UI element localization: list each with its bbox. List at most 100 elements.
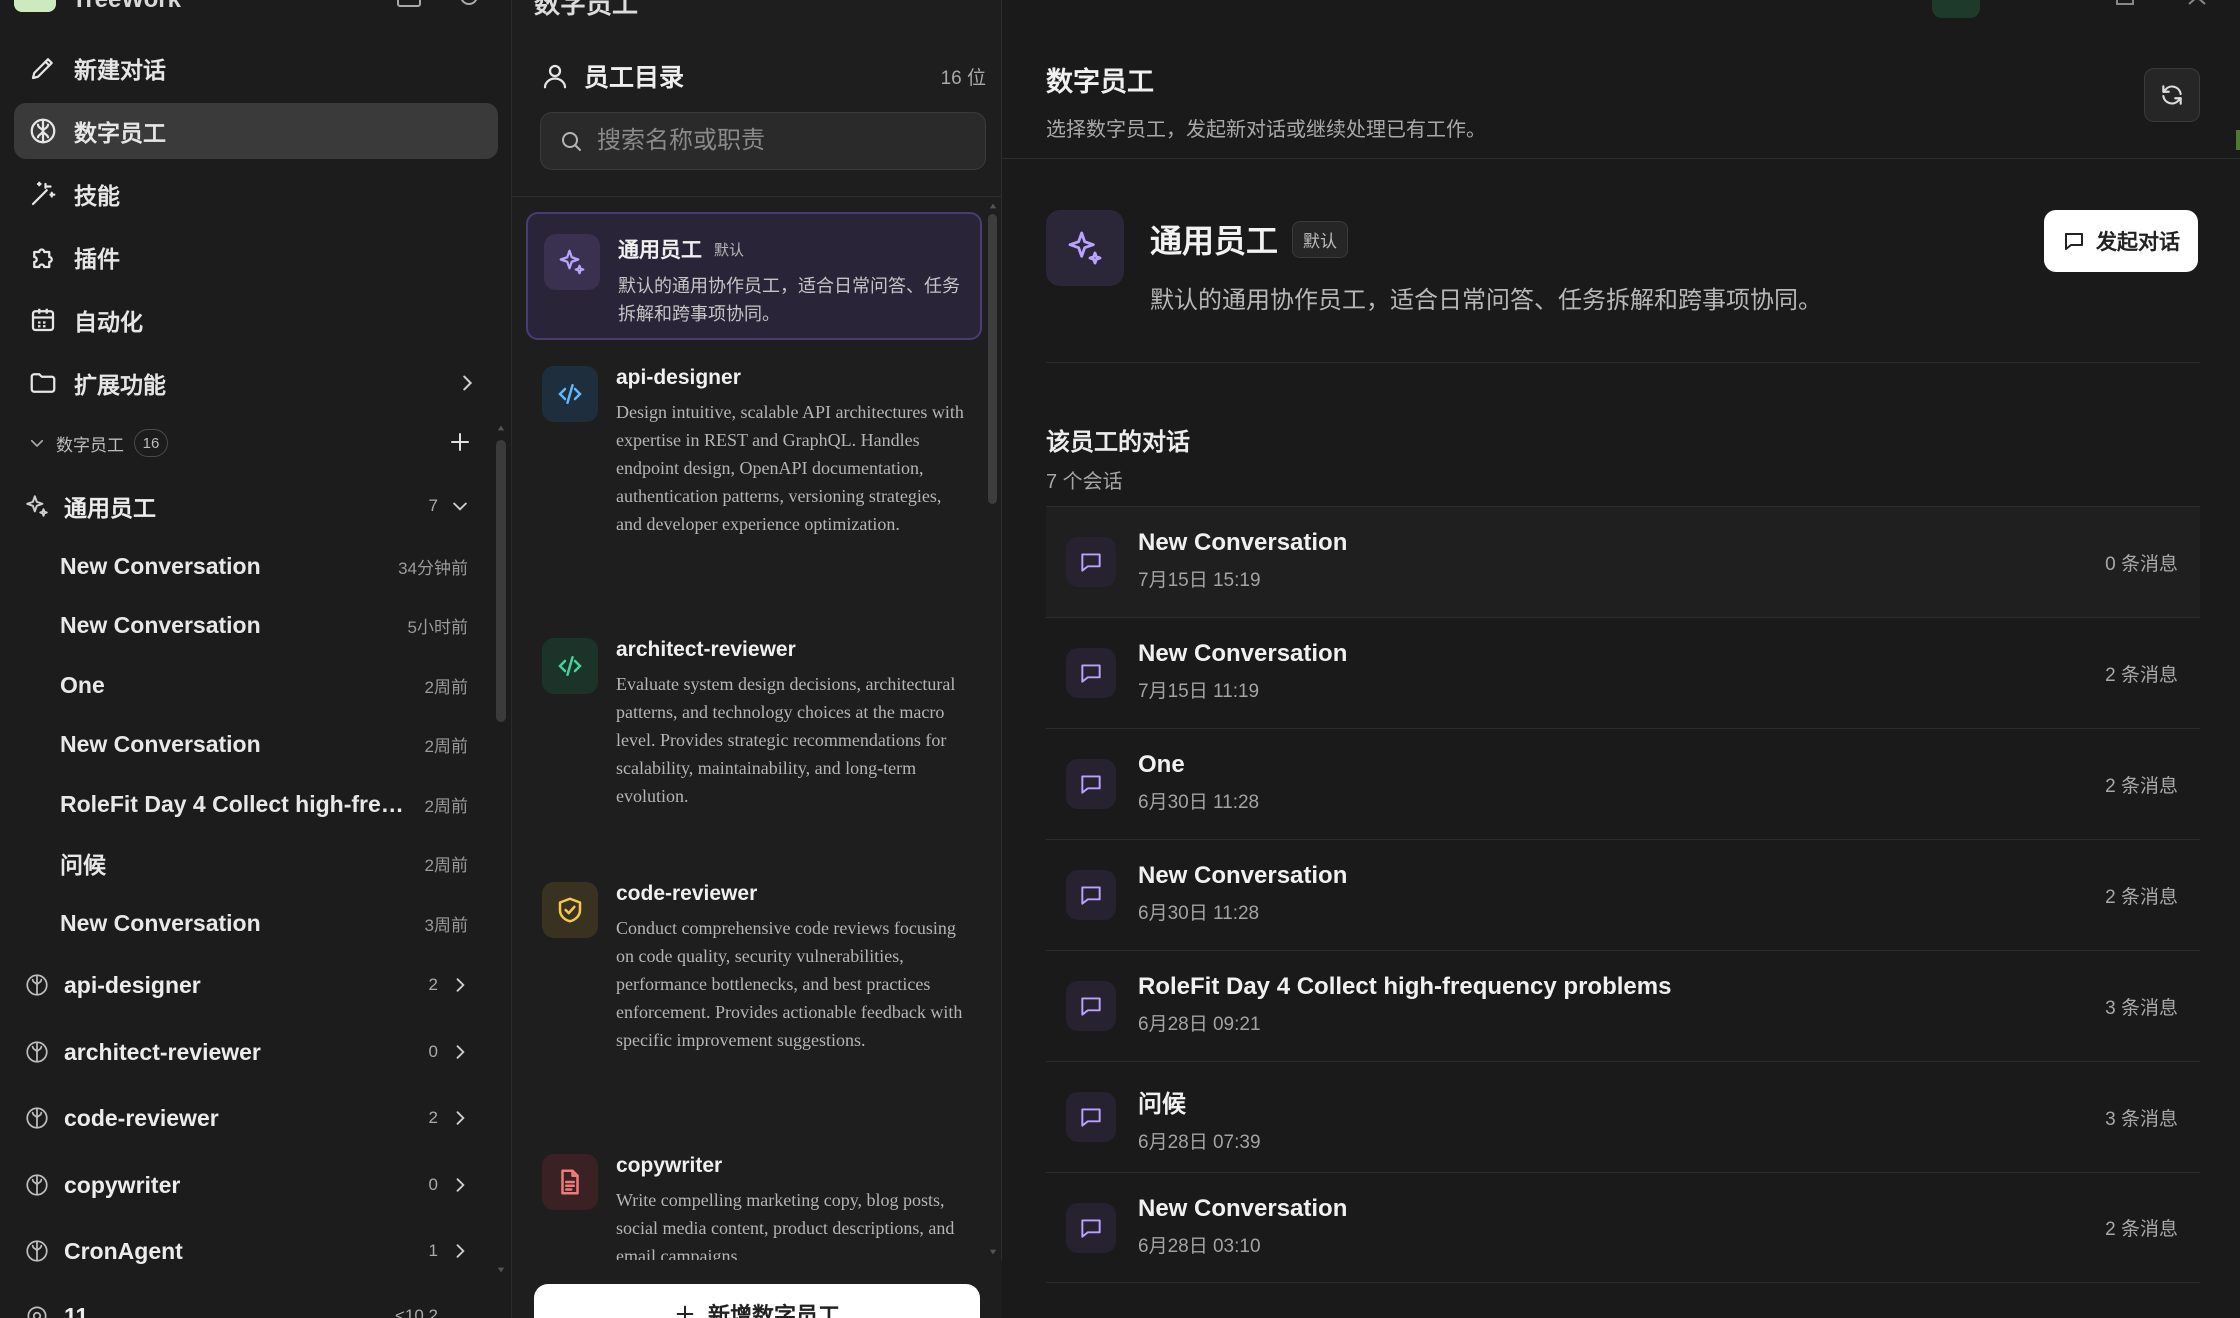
code-icon — [558, 384, 582, 404]
sidebar-conversation[interactable]: New Conversation 2周前 — [60, 720, 470, 768]
employees-section-header[interactable]: 数字员工 16 — [28, 426, 469, 460]
directory-scrollbar[interactable] — [988, 214, 997, 504]
group-cronagent[interactable]: CronAgent 1 — [24, 1227, 480, 1275]
employee-name: api-designer — [616, 366, 741, 389]
employee-card-general[interactable]: 通用员工 默认 默认的通用协作员工，适合日常问答、任务拆解和跨事项协同。 — [526, 212, 982, 340]
scroll-up-arrow-icon[interactable] — [497, 424, 505, 432]
message-icon — [1081, 886, 1101, 905]
group-11[interactable]: 11 <10.2 — [24, 1292, 480, 1318]
close-icon[interactable] — [2186, 0, 2208, 6]
message-icon — [1081, 1108, 1101, 1127]
app-logo — [14, 0, 56, 12]
breadcrumb: 数字员工 — [534, 0, 639, 19]
plus-icon[interactable] — [448, 430, 472, 454]
conversation-date: 6月28日 03:10 — [1138, 1236, 1261, 1257]
app-window: 新建对话 数字员工 技能 插件 自动化 扩展功能 数字员工 16 通用员工 7 … — [0, 0, 2240, 1318]
employee-directory: 员工目录 16 位 通用员工 默认 默认的通用协作员工，适合日常问答、任务拆解和… — [512, 0, 1002, 1318]
conversation-row[interactable]: 问候 6月28日 07:39 3 条消息 — [1046, 1061, 2200, 1172]
scroll-down-arrow-icon[interactable] — [989, 1248, 997, 1256]
conversation-row[interactable]: New Conversation 6月30日 11:28 2 条消息 — [1046, 839, 2200, 950]
message-count: 2 条消息 — [2105, 775, 2178, 797]
nav-skills[interactable]: 技能 — [14, 166, 498, 222]
group-architect-reviewer[interactable]: architect-reviewer 0 — [24, 1028, 480, 1076]
sidebar-conversation[interactable]: 问候 2周前 — [60, 839, 470, 887]
scroll-down-arrow-icon[interactable] — [497, 1266, 505, 1274]
conversation-title: New Conversation — [60, 611, 261, 638]
sidebar-conversation[interactable]: One 2周前 — [60, 661, 470, 709]
conversation-text: New Conversation 6月30日 11:28 — [1138, 862, 1347, 925]
sidebar-conversation[interactable]: RoleFit Day 4 Collect high-frequ... 2周前 — [60, 780, 470, 828]
start-conversation-button[interactable]: 发起对话 — [2044, 210, 2198, 272]
main-panel: 数字员工 选择数字员工，发起新对话或继续处理已有工作。 通用员工 默认 默认的通… — [1002, 0, 2240, 1318]
conversation-time: 2周前 — [424, 736, 468, 756]
employee-avatar — [542, 882, 598, 938]
conversation-title: New Conversation — [1138, 529, 1348, 556]
employee-avatar — [542, 638, 598, 694]
employee-name-row: api-designer — [616, 366, 964, 390]
puzzle-icon — [33, 248, 53, 269]
start-conversation-label: 发起对话 — [2096, 231, 2180, 254]
employee-card-api-designer[interactable]: api-designer Design intuitive, scalable … — [526, 346, 982, 600]
employee-card-architect-reviewer[interactable]: architect-reviewer Evaluate system desig… — [526, 618, 982, 844]
group-api-designer[interactable]: api-designer 2 — [24, 961, 480, 1009]
conversation-time: 5小时前 — [407, 617, 468, 637]
directory-header: 员工目录 16 位 — [540, 56, 986, 96]
conversation-row[interactable]: New Conversation 7月15日 11:19 2 条消息 — [1046, 617, 2200, 728]
nav-plugins[interactable]: 插件 — [14, 229, 498, 285]
sidebar-conversation[interactable]: New Conversation 5小时前 — [60, 601, 470, 649]
profile-description: 默认的通用协作员工，适合日常问答、任务拆解和跨事项协同。 — [1150, 287, 1822, 314]
section-count: 16 — [134, 429, 168, 457]
nav-extensions[interactable]: 扩展功能 — [14, 355, 498, 411]
employee-card-code-reviewer[interactable]: code-reviewer Conduct comprehensive code… — [526, 862, 982, 1116]
chevron-right-icon — [456, 1111, 465, 1125]
conversation-date: 6月28日 07:39 — [1138, 1132, 1261, 1153]
conversation-date: 6月28日 09:21 — [1138, 1014, 1261, 1035]
conversation-text: New Conversation 7月15日 11:19 — [1138, 640, 1347, 703]
conversations-header: 该员工的对话 7 个会话 — [1046, 422, 1190, 494]
message-count: 2 条消息 — [2105, 664, 2178, 686]
group-code-reviewer[interactable]: code-reviewer 2 — [24, 1094, 480, 1142]
brain-icon — [26, 1174, 48, 1196]
conversation-row[interactable]: New Conversation 7月15日 15:19 0 条消息 — [1046, 506, 2200, 617]
search-box[interactable] — [540, 112, 986, 170]
group-count: 0 — [428, 1042, 438, 1061]
brain-icon — [26, 974, 48, 996]
group-copywriter[interactable]: copywriter 0 — [24, 1161, 480, 1209]
sidebar-conversation[interactable]: New Conversation 34分钟前 — [60, 542, 470, 590]
search-icon[interactable] — [458, 0, 484, 8]
employee-name: code-reviewer — [616, 882, 758, 905]
employee-avatar — [544, 234, 600, 290]
scroll-up-arrow-icon[interactable] — [989, 202, 997, 210]
sidebar-scrollbar[interactable] — [496, 440, 506, 722]
shield-icon[interactable] — [1932, 0, 1980, 18]
conversation-title: RoleFit Day 4 Collect high-frequency pro… — [1138, 973, 1672, 1000]
divider — [1002, 158, 2240, 159]
employee-description: Conduct comprehensive code reviews focus… — [616, 918, 963, 1050]
maximize-icon[interactable] — [2114, 0, 2136, 6]
refresh-button[interactable] — [2144, 68, 2200, 122]
conversation-row[interactable]: One 6月30日 11:28 2 条消息 — [1046, 728, 2200, 839]
message-icon — [1081, 664, 1101, 683]
add-employee-button[interactable]: 新增数字员工 — [534, 1284, 980, 1318]
conversation-row[interactable]: RoleFit Day 4 Collect high-frequency pro… — [1046, 950, 2200, 1061]
nav-new-chat[interactable]: 新建对话 — [14, 40, 498, 96]
conversation-date: 7月15日 15:19 — [1138, 570, 1261, 591]
conversation-row[interactable]: New Conversation 6月28日 03:10 2 条消息 — [1046, 1172, 2200, 1283]
nav-digital-employees[interactable]: 数字员工 — [14, 103, 498, 159]
sidebar: 新建对话 数字员工 技能 插件 自动化 扩展功能 数字员工 16 通用员工 7 … — [0, 0, 512, 1318]
conversation-text: New Conversation 6月28日 03:10 — [1138, 1195, 1347, 1258]
app-name: TreeWork — [72, 0, 181, 14]
nav-automation[interactable]: 自动化 — [14, 292, 498, 348]
group-general-employee[interactable]: 通用员工 7 — [24, 482, 480, 530]
search-input[interactable] — [597, 127, 957, 155]
conversations-title: 该员工的对话 — [1046, 429, 1190, 456]
search-icon — [562, 132, 581, 151]
profile-avatar — [1046, 210, 1124, 286]
employee-name-row: architect-reviewer — [616, 638, 964, 662]
employee-description: 默认的通用协作员工，适合日常问答、任务拆解和跨事项协同。 — [618, 276, 960, 324]
message-icon-box — [1066, 537, 1116, 587]
sidebar-conversation[interactable]: New Conversation 3周前 — [60, 899, 470, 947]
conversation-date: 7月15日 11:19 — [1138, 681, 1260, 702]
layout-icon[interactable] — [396, 0, 422, 8]
pencil-icon — [31, 58, 53, 80]
